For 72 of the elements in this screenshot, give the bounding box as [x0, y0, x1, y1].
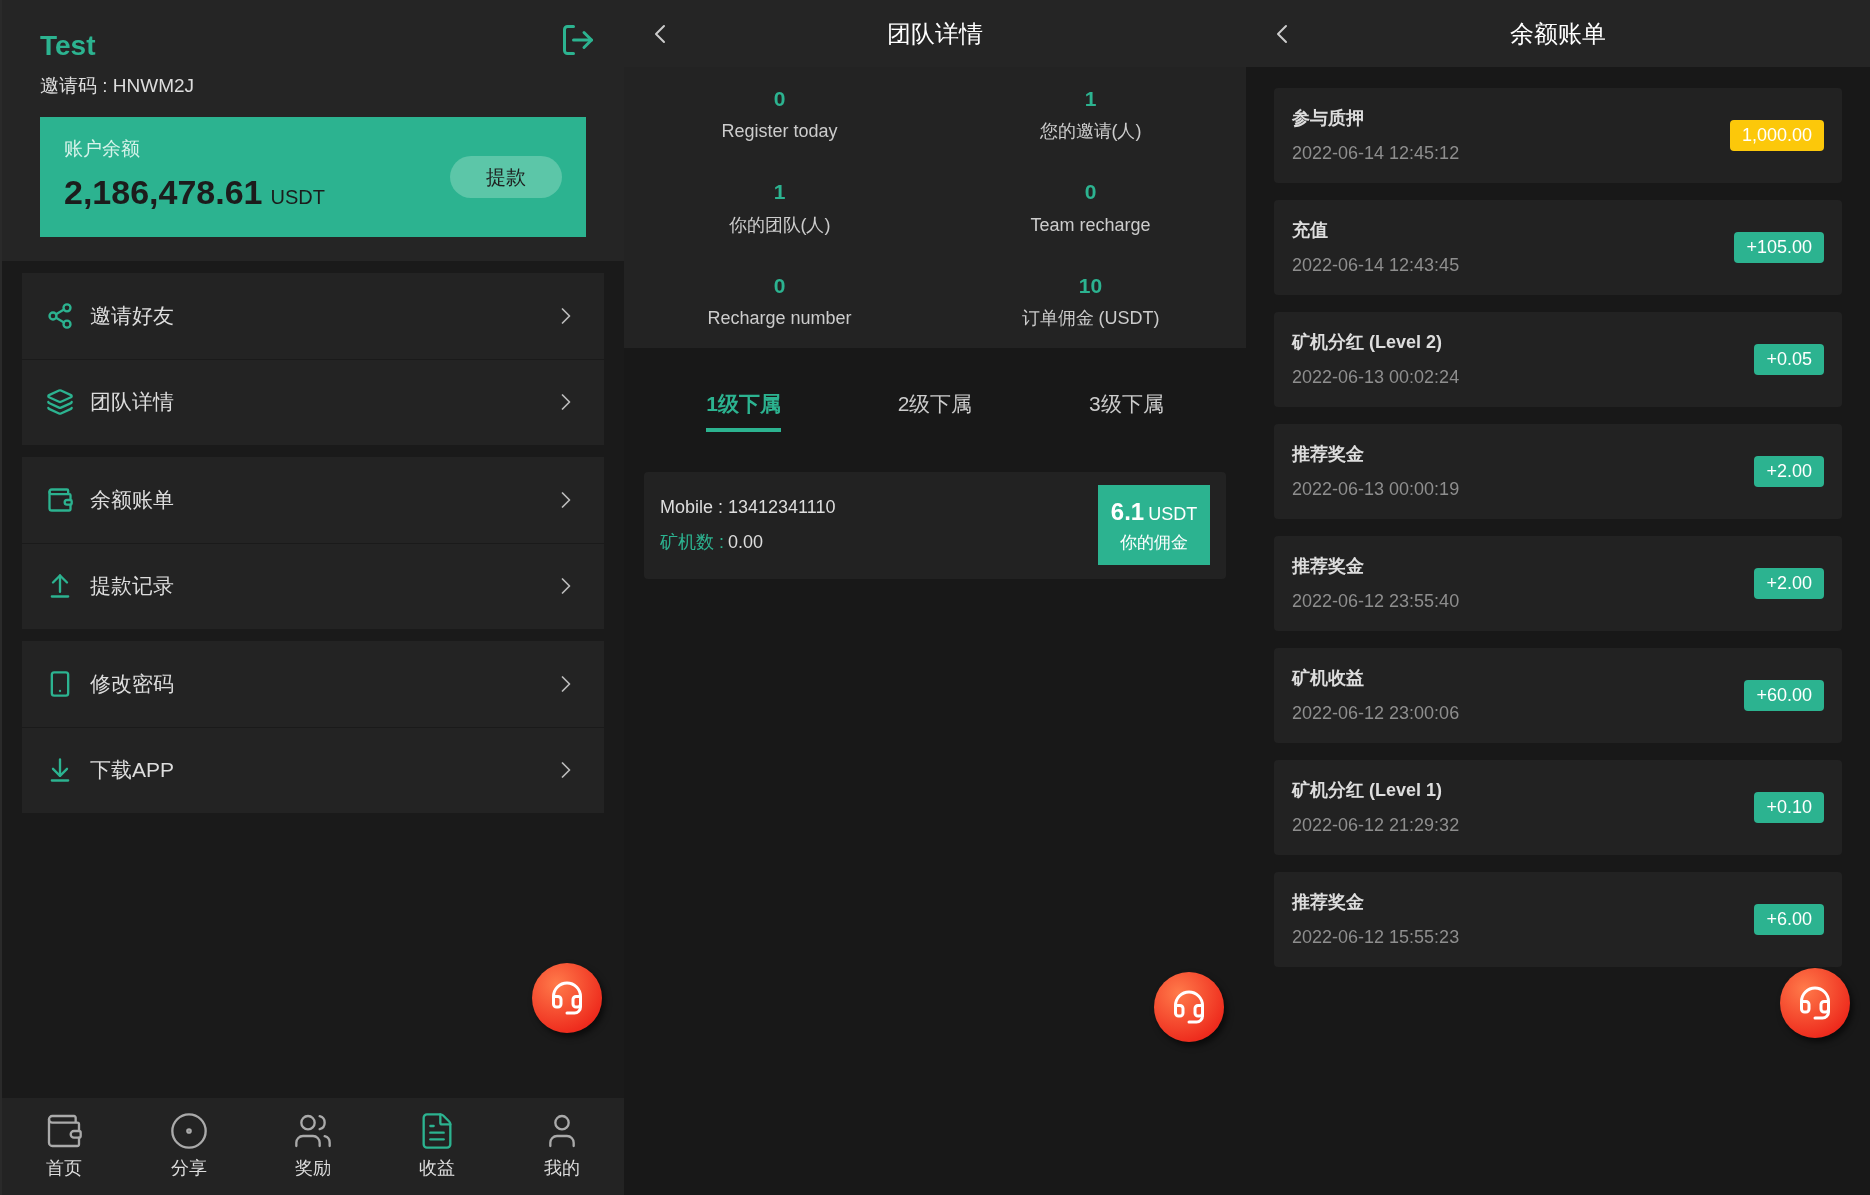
menu-item[interactable]: 提款记录: [22, 542, 604, 629]
amount-tag: +60.00: [1744, 680, 1824, 711]
menu-item[interactable]: 修改密码: [22, 640, 604, 727]
amount-tag: +2.00: [1754, 456, 1824, 487]
entry-time: 2022-06-12 21:29:32: [1292, 813, 1460, 837]
wallet-icon: [46, 485, 74, 514]
entry-title: 推荐奖金: [1292, 554, 1365, 578]
headset-icon: [1797, 985, 1833, 1021]
commission-unit: USDT: [1148, 503, 1198, 527]
entry-title: 充值: [1292, 218, 1329, 242]
menu-item[interactable]: 余额账单: [22, 456, 604, 543]
entry-time: 2022-06-14 12:45:12: [1292, 141, 1460, 165]
stat-value: 0: [1084, 179, 1097, 206]
headset-icon: [1171, 989, 1207, 1025]
amount-tag: +0.10: [1754, 792, 1824, 823]
stat-value: 1: [773, 179, 786, 206]
menu-item[interactable]: 团队详情: [22, 358, 604, 445]
balance-label: 账户余额: [64, 136, 141, 161]
amount-tag: 1,000.00: [1729, 120, 1824, 151]
withdraw-button[interactable]: 提款: [450, 155, 562, 198]
stat-value: 0: [773, 272, 786, 299]
entry-title: 矿机收益: [1292, 666, 1365, 690]
entry-time: 2022-06-13 00:02:24: [1292, 365, 1460, 389]
entry-time: 2022-06-14 12:43:45: [1292, 253, 1460, 277]
stat-label: Recharge number: [707, 307, 852, 331]
level-tab[interactable]: 3级下属: [1088, 388, 1164, 432]
entry-title: 矿机分红 (Level 1): [1292, 778, 1444, 802]
user-name: Test: [40, 29, 96, 63]
stat-label: Register today: [721, 120, 838, 144]
level-tab[interactable]: 2级下属: [897, 388, 973, 432]
stat-label: 你的团队(人): [728, 213, 831, 237]
target-icon: [168, 1111, 209, 1151]
logout-button[interactable]: [560, 22, 596, 58]
stat-label: 您的邀请(人): [1039, 120, 1142, 144]
member-mobile: Mobile : 13412341110: [660, 496, 836, 519]
logout-icon: [560, 22, 596, 58]
machines-value: 0.00: [728, 531, 764, 554]
menu-item[interactable]: 下载APP: [22, 726, 604, 813]
entry-time: 2022-06-12 15:55:23: [1292, 925, 1460, 949]
commission-amount: 6.1: [1110, 497, 1145, 528]
stat-label: 订单佣金 (USDT): [1021, 307, 1160, 331]
amount-tag: +105.00: [1734, 232, 1824, 263]
nav-tab[interactable]: 分享: [143, 1111, 234, 1182]
entry-title: 推荐奖金: [1292, 890, 1365, 914]
entry-time: 2022-06-12 23:00:06: [1292, 701, 1460, 725]
entry-title: 矿机分红 (Level 2): [1292, 330, 1444, 354]
entry-time: 2022-06-13 00:00:19: [1292, 477, 1460, 501]
commission-label: 你的佣金: [1120, 532, 1188, 555]
nav-tab[interactable]: 奖励: [267, 1111, 358, 1182]
machines-label: 矿机数 :: [660, 531, 724, 554]
balance-unit: USDT: [270, 185, 325, 211]
level-tab[interactable]: 1级下属: [706, 388, 781, 432]
entry-title: 参与质押: [1292, 106, 1365, 130]
balance-amount: 2,186,478.61: [64, 172, 263, 214]
stat-value: 10: [1078, 272, 1103, 299]
page-title: 余额账单: [1510, 18, 1606, 49]
page-title: 团队详情: [887, 18, 983, 49]
invite-code: 邀请码 : HNWM2J: [40, 74, 196, 98]
amount-tag: +0.05: [1754, 344, 1824, 375]
menu-item[interactable]: 邀请好友: [22, 272, 604, 359]
amount-tag: +6.00: [1754, 904, 1824, 935]
stat-value: 1: [1084, 85, 1097, 112]
nav-tab[interactable]: 我的: [516, 1111, 607, 1182]
headset-icon: [549, 980, 585, 1016]
stat-label: Team recharge: [1030, 213, 1151, 237]
amount-tag: +2.00: [1754, 568, 1824, 599]
stat-value: 0: [773, 85, 786, 112]
nav-tab[interactable]: 收益: [392, 1111, 483, 1182]
entry-title: 推荐奖金: [1292, 442, 1365, 466]
entry-time: 2022-06-12 23:55:40: [1292, 589, 1460, 613]
share-icon: [46, 301, 74, 330]
nav-tab[interactable]: 首页: [19, 1111, 110, 1182]
